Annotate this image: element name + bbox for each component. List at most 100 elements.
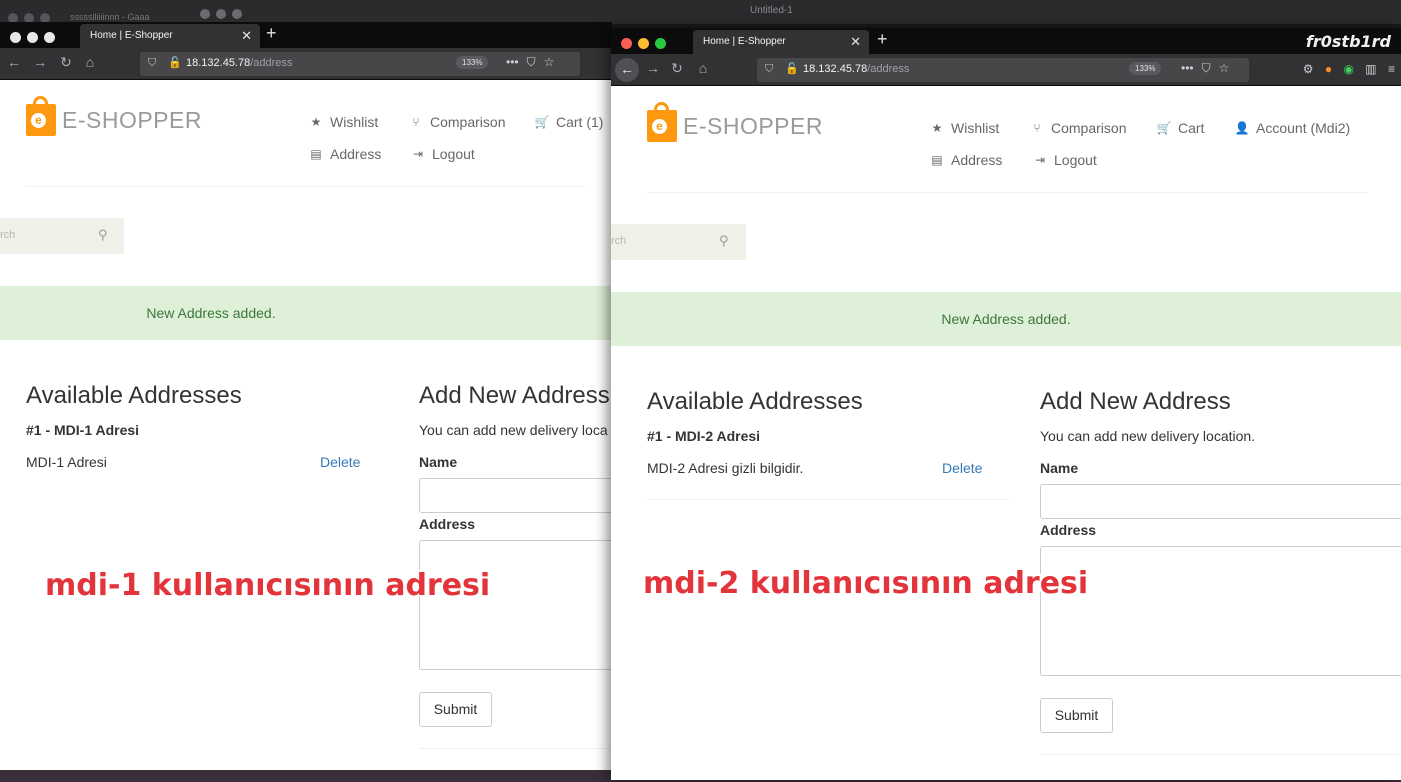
search-icon[interactable]: ⚲ <box>98 227 108 243</box>
menu-wishlist[interactable]: ★ Wishlist <box>308 114 379 130</box>
add-address-title: Add New Address <box>1040 388 1231 415</box>
annotation-caption-mdi2: mdi-2 kullanıcısının adresi <box>643 566 1089 601</box>
menu-icon[interactable]: ≡ <box>1388 62 1395 76</box>
address-text: MDI-2 Adresi gizli bilgidir. <box>647 460 804 476</box>
tab-home[interactable]: Home | E-Shopper ✕ <box>693 30 869 54</box>
watermark-text: fr0stb1rd <box>1305 32 1391 51</box>
tab-home[interactable]: Home | E-Shopper ✕ <box>80 24 260 48</box>
menu-logout[interactable]: ⇥ Logout <box>410 146 475 162</box>
more-icon[interactable]: ••• <box>1181 61 1194 75</box>
address-divider <box>647 499 1009 500</box>
new-tab-icon[interactable]: + <box>877 29 888 50</box>
reload-icon[interactable]: ↻ <box>56 54 76 71</box>
search-icon[interactable]: ⚲ <box>719 233 729 249</box>
header-divider <box>647 192 1367 193</box>
compare-icon: ⑂ <box>412 115 420 129</box>
name-label: Name <box>1040 460 1079 476</box>
reload-icon[interactable]: ↻ <box>667 60 687 77</box>
book-icon: ▤ <box>310 147 322 161</box>
name-input[interactable] <box>419 478 612 513</box>
delete-link[interactable]: Delete <box>320 454 360 470</box>
home-icon[interactable]: ⌂ <box>693 60 713 76</box>
book-icon: ▤ <box>931 153 943 167</box>
tab-bar: Home | E-Shopper ✕ + <box>0 22 612 48</box>
close-tab-icon[interactable]: ✕ <box>850 34 861 50</box>
tab-bar: Home | E-Shopper ✕ + fr0stb1rd <box>611 28 1401 54</box>
sidebar-icon[interactable]: ▥ <box>1365 62 1376 76</box>
traffic-lights[interactable] <box>621 36 672 54</box>
back-icon[interactable]: ← <box>4 54 24 70</box>
pocket-icon[interactable]: ⛉ <box>1202 61 1211 75</box>
new-tab-icon[interactable]: + <box>266 23 277 44</box>
menu-wishlist[interactable]: ★ Wishlist <box>929 120 1000 136</box>
address-textarea[interactable] <box>1040 546 1401 676</box>
menu-address[interactable]: ▤ Address <box>308 146 381 162</box>
close-tab-icon[interactable]: ✕ <box>241 28 252 44</box>
bookmark-star-icon[interactable]: ☆ <box>544 55 555 69</box>
extension-toolbar: ⚙ ● ◉ ▥ ≡ <box>1295 62 1395 76</box>
logout-icon: ⇥ <box>1034 153 1046 167</box>
search-input[interactable]: rch ⚲ <box>0 218 124 254</box>
add-address-subtitle: You can add new delivery loca <box>419 422 608 438</box>
zoom-badge[interactable]: 133% <box>456 56 489 69</box>
success-alert: New Address added. <box>0 286 612 340</box>
nav-bar: ← → ↻ ⌂ ⛉ 🔓 18.132.45.78/address 133% ••… <box>611 54 1401 86</box>
bookmark-star-icon[interactable]: ☆ <box>1219 61 1230 75</box>
cart-icon: 🛒 <box>1156 121 1172 135</box>
address-label: Address <box>1040 522 1097 538</box>
name-label: Name <box>419 454 458 470</box>
submit-button[interactable]: Submit <box>1040 698 1113 733</box>
menu-comparison[interactable]: ⑂ Comparison <box>1029 120 1126 136</box>
insecure-lock-icon: 🔓 <box>785 63 799 75</box>
menu-comparison[interactable]: ⑂ Comparison <box>408 114 505 130</box>
cart-icon: 🛒 <box>534 115 550 129</box>
browser-window-left: Home | E-Shopper ✕ + ← → ↻ ⌂ ⛉ 🔓 18.132.… <box>0 22 612 770</box>
shopping-bag-icon: e <box>26 96 56 136</box>
forward-icon[interactable]: → <box>30 54 50 70</box>
background-window-title: Untitled-1 <box>750 5 793 16</box>
forward-icon[interactable]: → <box>643 60 663 76</box>
search-input[interactable]: rch ⚲ <box>611 224 746 260</box>
menu-cart[interactable]: 🛒 Cart (1) <box>534 114 604 130</box>
menu-address[interactable]: ▤ Address <box>929 152 1002 168</box>
submit-button[interactable]: Submit <box>419 692 492 727</box>
tab-title: Home | E-Shopper <box>90 30 173 41</box>
annotation-caption-mdi1: mdi-1 kullanıcısının adresi <box>45 568 491 603</box>
zoom-badge[interactable]: 133% <box>1129 62 1162 75</box>
page-content: e E-SHOPPER ★ Wishlist ⑂ Comparison 🛒 Cart … <box>0 80 612 770</box>
compare-icon: ⑂ <box>1033 121 1041 135</box>
logout-icon: ⇥ <box>412 147 424 161</box>
address-label: Address <box>419 516 476 532</box>
background-tab-title: ssssslliiiinnn - Gaaa <box>70 12 150 22</box>
site-logo[interactable]: e E-SHOPPER <box>647 102 823 142</box>
delete-link[interactable]: Delete <box>942 460 982 476</box>
success-alert: New Address added. <box>611 292 1401 346</box>
nav-bar: ← → ↻ ⌂ ⛉ 🔓 18.132.45.78/address 133% ••… <box>0 48 612 80</box>
url-bar[interactable]: ⛉ 🔓 18.132.45.78/address 133% ••• ⛉ ☆ <box>757 58 1249 82</box>
site-logo[interactable]: e E-SHOPPER <box>26 96 202 136</box>
proxy-icon[interactable]: ◉ <box>1343 62 1353 76</box>
url-bar[interactable]: ⛉ 🔓 18.132.45.78/address 133% ••• ⛉ ☆ <box>140 52 580 76</box>
more-icon[interactable]: ••• <box>506 55 519 69</box>
extension-icon[interactable]: ⚙ <box>1303 62 1314 76</box>
logo-text: E-SHOPPER <box>62 106 202 133</box>
address-textarea[interactable] <box>419 540 612 670</box>
pocket-icon[interactable]: ⛉ <box>527 55 536 69</box>
user-icon: 👤 <box>1234 121 1250 135</box>
menu-logout[interactable]: ⇥ Logout <box>1032 152 1097 168</box>
firefox-icon[interactable]: ● <box>1325 62 1332 76</box>
url-text: 18.132.45.78/address <box>803 63 910 75</box>
name-input[interactable] <box>1040 484 1401 519</box>
menu-account[interactable]: 👤 Account (Mdi2) <box>1234 120 1351 136</box>
shopping-bag-icon: e <box>647 102 677 142</box>
search-placeholder: rch <box>611 235 627 247</box>
menu-cart[interactable]: 🛒 Cart <box>1156 120 1205 136</box>
traffic-lights[interactable] <box>10 30 61 48</box>
search-placeholder: rch <box>0 229 16 241</box>
back-icon[interactable]: ← <box>615 58 639 82</box>
add-address-subtitle: You can add new delivery location. <box>1040 428 1256 444</box>
header-divider <box>26 186 586 187</box>
home-icon[interactable]: ⌂ <box>80 54 100 70</box>
address-heading: #1 - MDI-1 Adresi <box>26 422 140 438</box>
form-divider <box>1040 754 1400 755</box>
